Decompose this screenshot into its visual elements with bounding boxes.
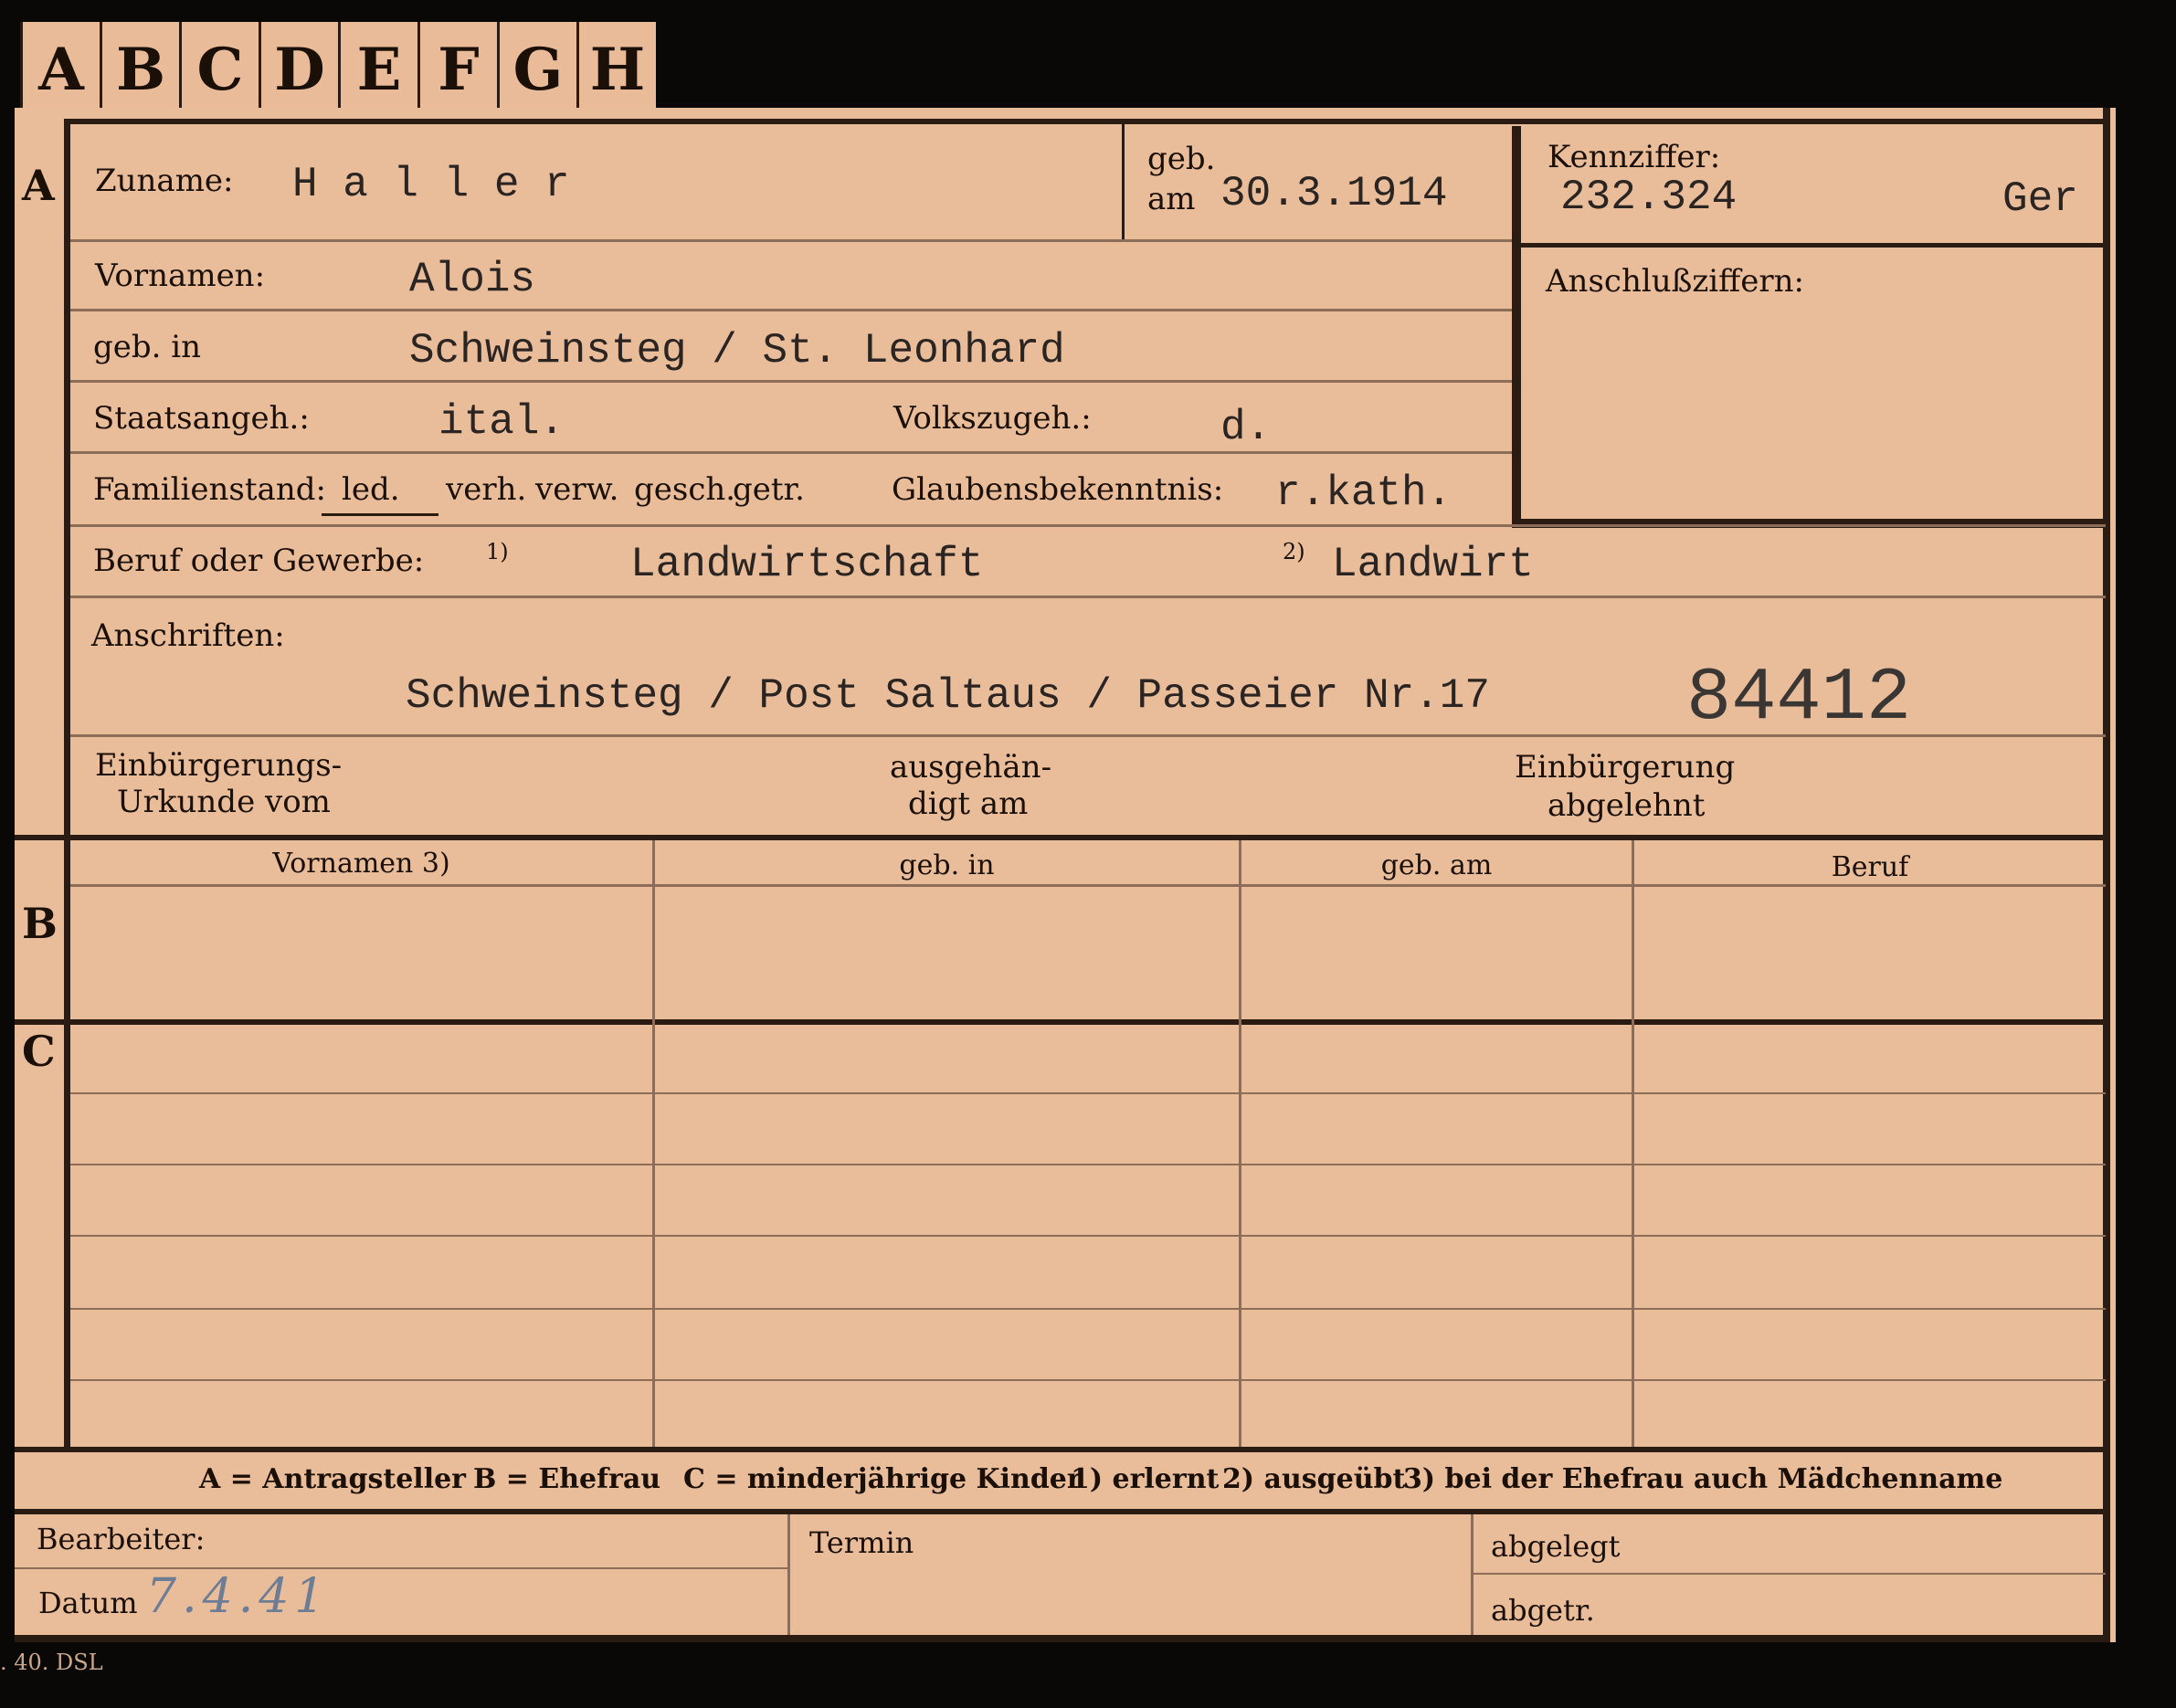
legend-b: B = Ehefrau <box>473 1463 661 1495</box>
table-header-gebin: geb. in <box>899 849 995 881</box>
tab-f[interactable]: F <box>417 22 497 117</box>
gebin-value: Schweinsteg / St. Leonhard <box>409 327 1065 374</box>
gebin-label: geb. in <box>93 329 202 365</box>
anschluss-label: Anschlußziffern: <box>1546 263 1804 300</box>
termin-label: Termin <box>809 1525 914 1560</box>
beruf-value-1: Landwirtschaft <box>630 541 984 588</box>
beruf-value-2: Landwirt <box>1332 541 1534 588</box>
vornamen-label: Vornamen: <box>95 258 266 294</box>
c-row-divider <box>70 1379 2106 1381</box>
einb-urkunde-label-1: Einbürgerungs- <box>95 747 343 784</box>
legend-a: A = Antragsteller <box>199 1463 466 1495</box>
footer-row-divider <box>15 1567 787 1569</box>
row-divider <box>70 524 2106 527</box>
geb-divider <box>1122 124 1125 239</box>
print-code: . 40. DSL <box>0 1650 103 1675</box>
geb-am-value: 30.3.1914 <box>1220 170 1448 217</box>
staats-label: Staatsangeh.: <box>93 400 310 437</box>
datum-handwritten-value: 7.4.41 <box>146 1569 331 1624</box>
volks-label: Volkszugeh.: <box>893 400 1092 437</box>
einb-abgelehnt-label-1: Einbürgerung <box>1515 749 1736 785</box>
zuname-value: H a l l e r <box>292 161 570 208</box>
row-divider <box>70 380 1512 383</box>
c-row-divider <box>70 1164 2106 1165</box>
tab-a[interactable]: A <box>20 22 100 117</box>
familien-option-verw[interactable]: verw. <box>535 471 618 508</box>
tab-e[interactable]: E <box>338 22 417 117</box>
row-divider <box>70 451 1512 454</box>
c-row-divider <box>70 1092 2106 1094</box>
table-header-divider <box>70 884 2106 887</box>
beruf-mark-1: 1) <box>486 539 509 564</box>
row-divider <box>70 239 1512 242</box>
tab-h[interactable]: H <box>576 22 656 117</box>
datum-label: Datum <box>38 1586 138 1620</box>
beruf-mark-2: 2) <box>1283 539 1305 564</box>
abgelegt-label: abgelegt <box>1491 1529 1621 1564</box>
kennziffer-suffix: Ger <box>2002 175 2078 223</box>
bearbeiter-label: Bearbeiter: <box>37 1522 206 1556</box>
familien-label: Familienstand: <box>93 471 326 508</box>
tab-g[interactable]: G <box>497 22 576 117</box>
familien-option-getr[interactable]: getr. <box>733 471 805 508</box>
tab-c[interactable]: C <box>179 22 259 117</box>
table-header-gebam: geb. am <box>1380 849 1493 881</box>
legend-note-1: 1) erlernt <box>1071 1463 1220 1495</box>
familien-option-led[interactable]: led. <box>342 471 400 508</box>
frame-left <box>64 119 70 1452</box>
section-bc-divider <box>15 1019 2110 1025</box>
volks-value: d. <box>1220 404 1272 451</box>
col-divider <box>652 840 655 1452</box>
vornamen-value: Alois <box>409 256 536 303</box>
ausgehaendigt-label-2: digt am <box>908 785 1029 822</box>
col-divider <box>1632 840 1634 1452</box>
c-row-divider <box>70 1308 2106 1310</box>
staats-value: ital. <box>438 398 565 446</box>
section-letter-b: B <box>22 899 58 948</box>
tab-b[interactable]: B <box>100 22 179 117</box>
table-header-vornamen: Vornamen 3) <box>272 848 450 880</box>
footer-col-divider <box>1471 1514 1474 1635</box>
anschriften-label: Anschriften: <box>91 617 285 654</box>
legend-top-line <box>15 1447 2110 1452</box>
table-header-beruf: Beruf <box>1831 851 1909 883</box>
footer-col-divider <box>787 1514 790 1635</box>
kennziffer-divider <box>1521 243 2106 248</box>
col-divider <box>1239 840 1241 1452</box>
familien-option-gesch[interactable]: gesch. <box>634 471 735 508</box>
frame-top <box>64 119 2110 124</box>
legend-bottom-line <box>15 1509 2110 1514</box>
kennziffer-box-left <box>1512 126 1521 528</box>
legend-c: C = minderjährige Kinder <box>683 1463 1082 1495</box>
glauben-value: r.kath. <box>1275 469 1452 517</box>
zuname-label: Zuname: <box>95 163 234 199</box>
kennziffer-label: Kennziffer: <box>1547 139 1721 175</box>
abgetr-label: abgetr. <box>1491 1593 1595 1628</box>
legend-note-2: 2) ausgeübt <box>1222 1463 1406 1495</box>
kennziffer-value: 232.324 <box>1560 174 1738 221</box>
big-number: 84412 <box>1686 656 1912 741</box>
tab-d[interactable]: D <box>259 22 338 117</box>
section-letter-a: A <box>22 161 55 210</box>
section-letter-c: C <box>22 1027 56 1076</box>
geb-label: geb. <box>1147 141 1216 177</box>
ausgehaendigt-label-1: ausgehän- <box>890 749 1052 785</box>
frame-bottom <box>15 1635 2110 1642</box>
anschriften-value: Schweinsteg / Post Saltaus / Passeier Nr… <box>406 672 1490 720</box>
einb-abgelehnt-label-2: abgelehnt <box>1547 787 1706 824</box>
familien-option-verh[interactable]: verh. <box>446 471 526 508</box>
geb-am-label: am <box>1147 181 1196 217</box>
section-ab-divider <box>15 835 2110 840</box>
glauben-label: Glaubensbekenntnis: <box>892 471 1224 508</box>
row-divider <box>70 596 2106 598</box>
row-divider <box>70 309 1512 311</box>
footer-row-divider <box>1474 1573 2106 1575</box>
c-row-divider <box>70 1235 2106 1237</box>
familien-led-underline <box>322 513 438 516</box>
beruf-label: Beruf oder Gewerbe: <box>93 543 425 579</box>
einb-urkunde-label-2: Urkunde vom <box>117 784 331 820</box>
legend-note-3: 3) bei der Ehefrau auch Mädchenname <box>1403 1463 2003 1495</box>
